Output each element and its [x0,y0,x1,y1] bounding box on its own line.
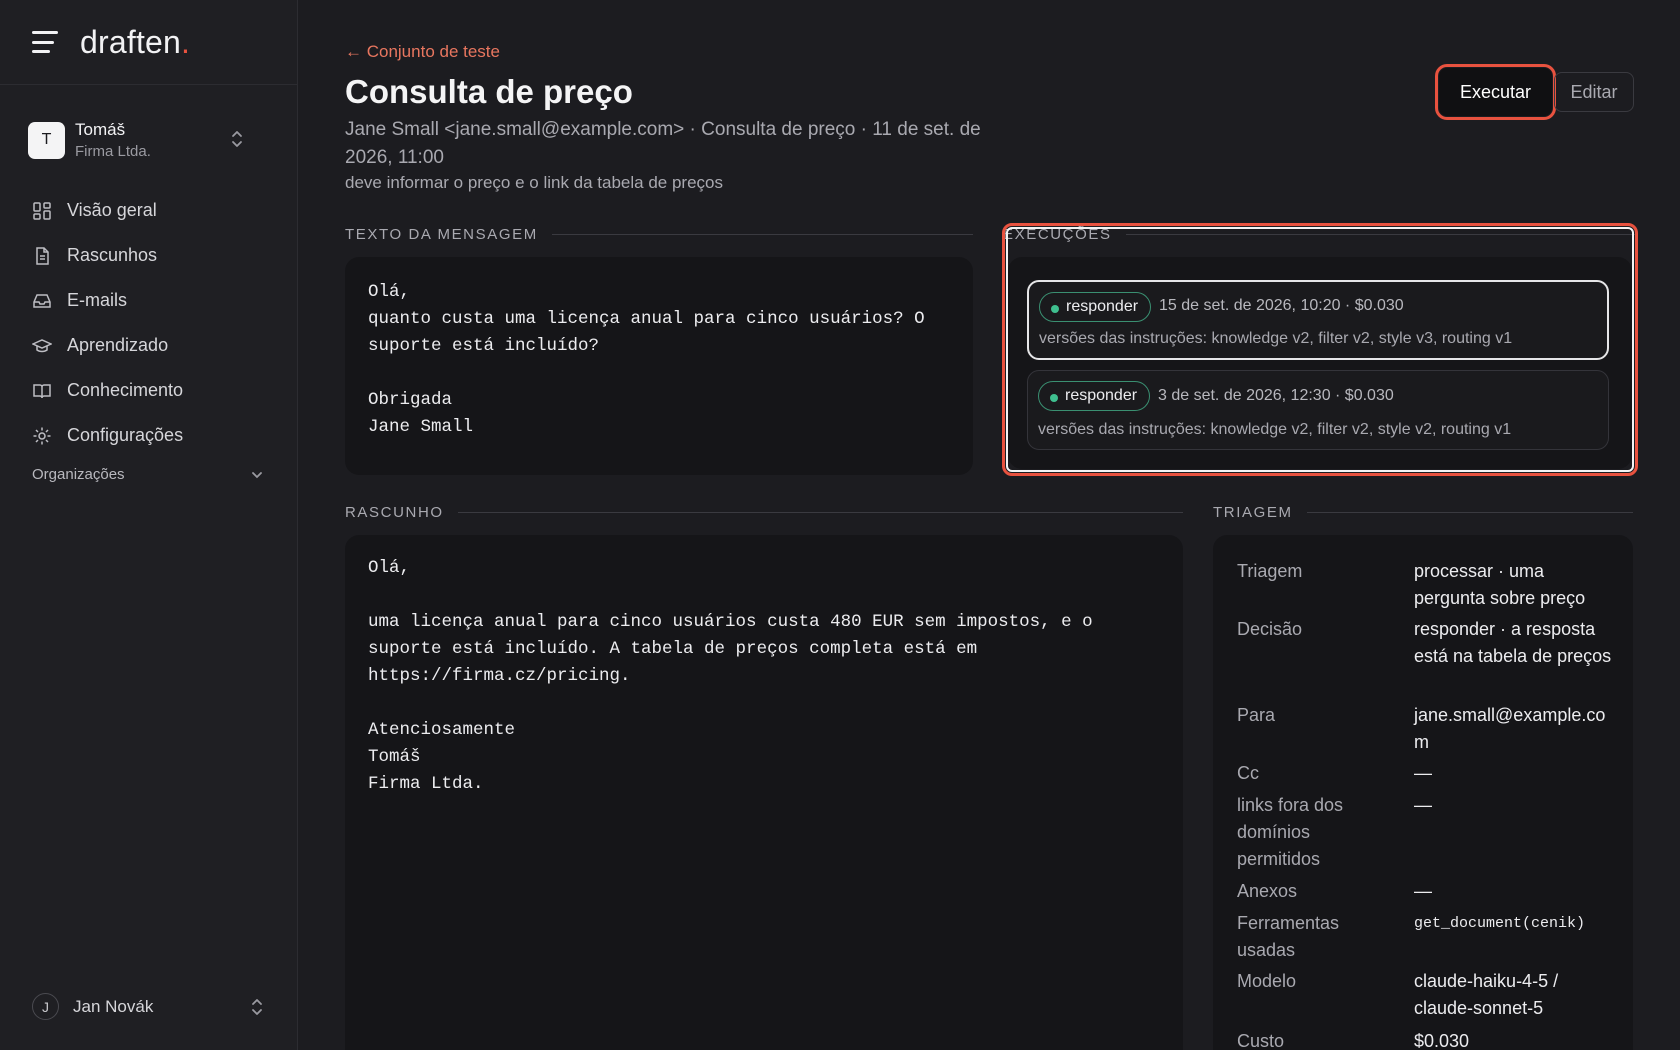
sidebar-nav: Visão geral Rascunhos E-mails Aprendizad… [32,188,272,458]
run-item[interactable]: responder 15 de set. de 2026, 10:20 · $0… [1027,280,1609,360]
test-criteria: deve informar o preço e o link da tabela… [345,173,724,192]
run-versions: versões das instruções: knowledge v2, fi… [1039,330,1513,347]
edit-button[interactable]: Editar [1554,72,1634,112]
graduation-cap-icon [32,338,52,352]
account-switcher[interactable]: T Tomáš Firma Ltda. [28,115,272,165]
draft-panel: Olá, uma licença anual para cinco usuári… [345,535,1183,1050]
main-content: ← Conjunto de teste Consulta de preço Ja… [298,0,1680,1050]
run-meta: 15 de set. de 2026, 10:20 · $0.030 [1159,297,1404,314]
triage-section-heading: TRIAGEM [1213,504,1633,521]
message-panel: Olá, quanto custa uma licença anual para… [345,257,973,475]
draft-body: Olá, uma licença anual para cinco usuári… [368,558,1093,794]
sidebar-item-overview[interactable]: Visão geral [32,188,272,233]
page-subtitle: Jane Small <jane.small@example.com> · Co… [345,119,981,168]
run-button[interactable]: Executar [1435,64,1556,120]
sidebar-item-emails[interactable]: E-mails [32,278,272,323]
sidebar: draften. T Tomáš Firma Ltda. Visão geral… [0,0,298,1050]
message-section-heading: TEXTO DA MENSAGEM [345,226,973,243]
document-icon [36,246,49,265]
user-menu[interactable]: J Jan Novák [32,993,264,1020]
user-avatar: J [32,993,59,1020]
account-org: Firma Ltda. [75,143,151,160]
run-versions: versões das instruções: knowledge v2, fi… [1038,421,1512,438]
chevron-down-icon [252,471,262,478]
account-avatar: T [28,121,65,159]
run-status-badge: responder [1039,292,1152,322]
triage-panel: Triagem processar · uma pergunta sobre p… [1213,535,1633,1050]
run-item[interactable]: responder 3 de set. de 2026, 12:30 · $0.… [1027,370,1609,450]
sidebar-item-learning[interactable]: Aprendizado [32,323,272,368]
sidebar-item-knowledge[interactable]: Conhecimento [32,368,272,413]
book-icon [33,383,51,398]
run-status-badge: responder [1038,381,1151,411]
chevron-up-down-icon [250,996,264,1018]
message-body: Olá, quanto custa uma licença anual para… [368,282,925,437]
chevron-up-down-icon [230,128,244,150]
gear-icon [33,427,51,444]
user-name: Jan Novák [73,996,154,1016]
draft-section-heading: RASCUNHO [345,504,1183,521]
organizations-toggle[interactable]: Organizações [32,466,264,483]
brand-row: draften. [0,0,297,85]
menu-icon[interactable] [32,31,58,53]
page-title: Consulta de preço [345,73,633,110]
inbox-icon [33,293,51,308]
sidebar-item-drafts[interactable]: Rascunhos [32,233,272,278]
dashboard-icon [33,201,51,220]
account-name: Tomáš [75,120,126,139]
run-meta: 3 de set. de 2026, 12:30 · $0.030 [1158,387,1394,404]
logo: draften. [80,23,191,60]
back-link[interactable]: ← Conjunto de teste [345,42,500,62]
sidebar-item-settings[interactable]: Configurações [32,413,272,458]
